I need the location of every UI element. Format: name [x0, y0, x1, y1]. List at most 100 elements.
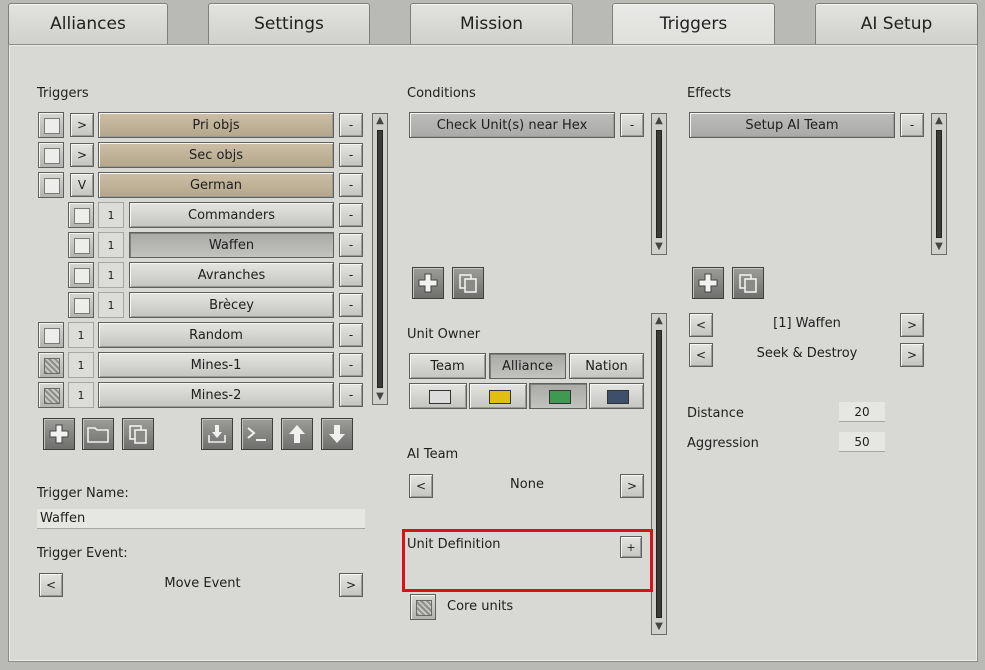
import-trigger-button[interactable] — [201, 418, 233, 450]
copy-trigger-button[interactable] — [122, 418, 154, 450]
trigger-row-checkbox[interactable] — [38, 172, 64, 198]
trigger-row-checkbox[interactable] — [38, 322, 64, 348]
copy-condition-button[interactable] — [452, 267, 484, 299]
trigger-row-expand-button[interactable]: > — [70, 143, 94, 167]
order-prev-button[interactable]: < — [689, 343, 713, 367]
ai-team-select-prev-button[interactable]: < — [689, 313, 713, 337]
effect-team-value: [1] Waffen — [773, 316, 841, 331]
scroll-up-icon[interactable]: ▲ — [652, 114, 666, 128]
owner-color-blue[interactable] — [589, 383, 644, 409]
trigger-row-mines-2[interactable]: Mines-2 — [98, 382, 334, 408]
copy-effect-button[interactable] — [732, 267, 764, 299]
triggers-scrollbar[interactable]: ▲ ▼ — [372, 113, 388, 405]
owner-tab-nation[interactable]: Nation — [569, 353, 644, 379]
trigger-event-prev-button[interactable]: < — [39, 573, 63, 597]
copy-icon — [459, 274, 477, 293]
trigger-row-remove-button[interactable]: - — [339, 233, 363, 257]
scroll-up-icon[interactable]: ▲ — [652, 314, 666, 328]
trigger-row-checkbox[interactable] — [38, 112, 64, 138]
trigger-row-checkbox[interactable] — [68, 232, 94, 258]
scroll-up-icon[interactable]: ▲ — [932, 114, 946, 128]
trigger-row-random[interactable]: Random — [98, 322, 334, 348]
effects-title: Effects — [687, 86, 732, 101]
scroll-down-icon[interactable]: ▼ — [373, 390, 387, 404]
aggression-input[interactable]: 50 — [839, 432, 885, 452]
trigger-row-remove-button[interactable]: - — [339, 143, 363, 167]
color-swatch — [429, 390, 451, 404]
trigger-row-expand-button[interactable]: > — [70, 113, 94, 137]
order-next-button[interactable]: > — [900, 343, 924, 367]
scroll-track — [377, 130, 383, 388]
trigger-row-remove-button[interactable]: - — [339, 293, 363, 317]
distance-input[interactable]: 20 — [839, 402, 885, 422]
trigger-row-remove-button[interactable]: - — [339, 323, 363, 347]
add-effect-button[interactable] — [692, 267, 724, 299]
owner-color-white[interactable] — [409, 383, 467, 409]
trigger-row-avranches[interactable]: Avranches — [129, 262, 334, 288]
trigger-event-next-button[interactable]: > — [339, 573, 363, 597]
trigger-row-remove-button[interactable]: - — [339, 353, 363, 377]
color-swatch — [489, 390, 511, 404]
trigger-row-checkbox[interactable] — [38, 382, 64, 408]
trigger-event-label: Trigger Event: — [37, 546, 128, 561]
ai-team-select-next-button[interactable]: > — [900, 313, 924, 337]
conditions-scrollbar[interactable]: ▲ ▼ — [651, 113, 667, 255]
add-trigger-button[interactable] — [43, 418, 75, 450]
copy-icon — [129, 425, 147, 444]
owner-color-green[interactable] — [529, 383, 587, 409]
condition-remove-button[interactable]: - — [620, 113, 644, 137]
trigger-row-remove-button[interactable]: - — [339, 263, 363, 287]
trigger-row-remove-button[interactable]: - — [339, 113, 363, 137]
tab-settings[interactable]: Settings — [208, 3, 370, 45]
console-button[interactable] — [241, 418, 273, 450]
tab-alliances[interactable]: Alliances — [8, 3, 168, 45]
core-units-checkbox[interactable] — [410, 594, 436, 620]
trigger-row-expand-button[interactable]: V — [70, 173, 94, 197]
scroll-down-icon[interactable]: ▼ — [932, 240, 946, 254]
trigger-name-label: Trigger Name: — [37, 486, 129, 501]
download-icon — [208, 425, 226, 443]
trigger-row-waffen[interactable]: Waffen — [129, 232, 334, 258]
trigger-row-brecey[interactable]: Brècey — [129, 292, 334, 318]
trigger-row-remove-button[interactable]: - — [339, 203, 363, 227]
trigger-row-remove-button[interactable]: - — [339, 173, 363, 197]
trigger-row-commanders[interactable]: Commanders — [129, 202, 334, 228]
scroll-down-icon[interactable]: ▼ — [652, 620, 666, 634]
trigger-row-checkbox[interactable] — [68, 262, 94, 288]
trigger-row-pri-objs[interactable]: Pri objs — [98, 112, 334, 138]
plus-icon — [49, 424, 69, 444]
owner-tab-alliance[interactable]: Alliance — [489, 353, 566, 379]
add-folder-button[interactable] — [82, 418, 114, 450]
condition-details-scrollbar[interactable]: ▲ ▼ — [651, 313, 667, 635]
effect-remove-button[interactable]: - — [900, 113, 924, 137]
tab-ai-setup[interactable]: AI Setup — [815, 3, 978, 45]
trigger-row-german[interactable]: German — [98, 172, 334, 198]
tab-mission[interactable]: Mission — [410, 3, 573, 45]
trigger-row-checkbox[interactable] — [38, 142, 64, 168]
ai-team-prev-button[interactable]: < — [409, 474, 433, 498]
owner-tab-team[interactable]: Team — [409, 353, 486, 379]
trigger-row-count: 1 — [68, 382, 94, 408]
trigger-row-checkbox[interactable] — [68, 202, 94, 228]
aggression-label: Aggression — [687, 436, 759, 451]
trigger-row-remove-button[interactable]: - — [339, 383, 363, 407]
condition-item[interactable]: Check Unit(s) near Hex — [409, 112, 615, 138]
move-down-button[interactable] — [321, 418, 353, 450]
owner-color-yellow[interactable] — [469, 383, 527, 409]
effects-scrollbar[interactable]: ▲ ▼ — [931, 113, 947, 255]
trigger-row-checkbox[interactable] — [68, 292, 94, 318]
trigger-row-mines-1[interactable]: Mines-1 — [98, 352, 334, 378]
ai-team-value: None — [510, 477, 544, 492]
add-condition-button[interactable] — [412, 267, 444, 299]
unit-definition-add-button[interactable]: + — [620, 536, 642, 558]
scroll-down-icon[interactable]: ▼ — [652, 240, 666, 254]
ai-team-next-button[interactable]: > — [620, 474, 644, 498]
effect-item[interactable]: Setup AI Team — [689, 112, 895, 138]
scroll-up-icon[interactable]: ▲ — [373, 114, 387, 128]
trigger-name-input[interactable]: Waffen — [37, 509, 365, 529]
move-up-button[interactable] — [281, 418, 313, 450]
tab-triggers[interactable]: Triggers — [612, 3, 775, 47]
plus-icon — [418, 273, 438, 293]
trigger-row-checkbox[interactable] — [38, 352, 64, 378]
trigger-row-sec-objs[interactable]: Sec objs — [98, 142, 334, 168]
